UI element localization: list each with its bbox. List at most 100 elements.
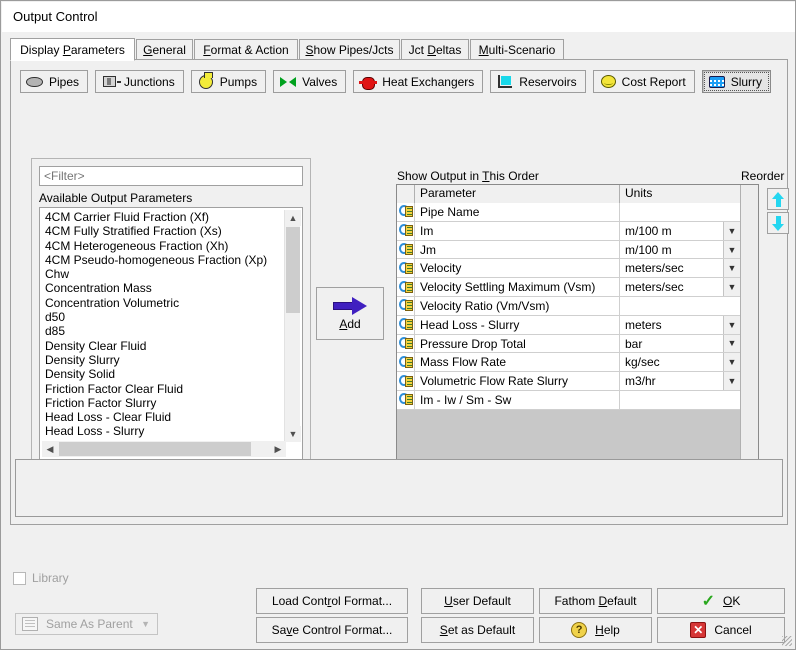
resize-grip[interactable]: [782, 636, 792, 646]
ok-button[interactable]: ✓ OK: [657, 588, 785, 614]
table-row[interactable]: Im - Iw / Sm - Sw: [397, 390, 740, 410]
output-parameters-grid[interactable]: Parameter Units Pipe Name Im m/100 m ▼ Jm m/10…: [396, 184, 759, 474]
category-button-heat-exchangers[interactable]: Heat Exchangers: [353, 70, 484, 93]
grid-vertical-scrollbar[interactable]: [740, 185, 758, 473]
table-row[interactable]: Volumetric Flow Rate Slurry m3/hr ▼: [397, 372, 740, 391]
library-checkbox[interactable]: [13, 571, 26, 585]
parameter-name-cell[interactable]: Head Loss - Slurry: [415, 315, 620, 334]
list-item[interactable]: 4CM Heterogeneous Fraction (Xh): [42, 239, 286, 253]
category-button-junctions[interactable]: Junctions: [95, 70, 184, 93]
scroll-down-icon[interactable]: ▼: [285, 426, 301, 442]
grid-column-header[interactable]: [397, 185, 415, 203]
row-selector-cell[interactable]: [397, 334, 415, 353]
units-dropdown-chevron-down-icon[interactable]: ▼: [723, 240, 740, 259]
units-dropdown-chevron-down-icon[interactable]: ▼: [723, 278, 740, 296]
tab-format-action[interactable]: Format & Action: [194, 39, 298, 60]
list-item[interactable]: Density Slurry: [42, 353, 286, 367]
horizontal-scroll-thumb[interactable]: [59, 442, 251, 456]
category-button-pumps[interactable]: Pumps: [190, 70, 267, 93]
table-row[interactable]: Jm m/100 m ▼: [397, 240, 740, 260]
table-row[interactable]: Pressure Drop Total bar ▼: [397, 334, 740, 354]
parameter-name-cell[interactable]: Velocity: [415, 259, 620, 278]
same-as-parent-dropdown[interactable]: Same As Parent ▼: [15, 613, 158, 635]
load-control-format-button[interactable]: Load Control Format...: [256, 588, 408, 614]
list-horizontal-scrollbar[interactable]: ◀ ▶: [42, 441, 286, 457]
table-row[interactable]: Velocity meters/sec ▼: [397, 259, 740, 279]
fathom-default-button[interactable]: Fathom Default: [539, 588, 652, 614]
row-selector-cell[interactable]: [397, 240, 415, 259]
row-selector-cell[interactable]: [397, 221, 415, 240]
category-button-cost-report[interactable]: Cost Report: [592, 70, 695, 93]
row-selector-cell[interactable]: [397, 315, 415, 334]
parameter-name-cell[interactable]: Im: [415, 221, 620, 240]
list-item[interactable]: Head Loss - Clear Fluid: [42, 410, 286, 424]
units-cell[interactable]: meters/sec ▼: [620, 278, 740, 296]
parameter-name-cell[interactable]: Mass Flow Rate: [415, 353, 620, 372]
units-cell[interactable]: m/100 m ▼: [620, 221, 740, 240]
category-button-pipes[interactable]: Pipes: [20, 70, 89, 93]
grid-column-header[interactable]: Units: [620, 185, 740, 203]
scroll-left-icon[interactable]: ◀: [42, 441, 58, 457]
list-item[interactable]: d85: [42, 324, 286, 338]
units-dropdown-chevron-down-icon[interactable]: ▼: [723, 353, 740, 372]
grid-column-header[interactable]: Parameter: [415, 185, 620, 203]
parameter-name-cell[interactable]: Pipe Name: [415, 203, 620, 221]
available-parameters-list[interactable]: 4CM Carrier Fluid Fraction (Xf) 4CM Fully…: [39, 207, 303, 460]
parameter-name-cell[interactable]: Im - Iw / Sm - Sw: [415, 390, 620, 409]
units-cell[interactable]: meters/sec ▼: [620, 259, 740, 278]
list-item[interactable]: Friction Factor Slurry: [42, 396, 286, 410]
parameter-name-cell[interactable]: Pressure Drop Total: [415, 334, 620, 353]
tab-general[interactable]: General: [136, 39, 193, 60]
row-selector-cell[interactable]: [397, 259, 415, 278]
units-dropdown-chevron-down-icon[interactable]: ▼: [723, 259, 740, 278]
units-cell[interactable]: [620, 391, 740, 409]
units-cell[interactable]: [620, 203, 740, 221]
table-row[interactable]: Velocity Ratio (Vm/Vsm): [397, 296, 740, 316]
units-cell[interactable]: meters ▼: [620, 315, 740, 334]
category-button-slurry[interactable]: Slurry: [701, 70, 772, 93]
row-selector-cell[interactable]: [397, 278, 415, 296]
list-item[interactable]: Concentration Mass: [42, 281, 286, 295]
parameter-name-cell[interactable]: Volumetric Flow Rate Slurry: [415, 372, 620, 390]
units-dropdown-chevron-down-icon[interactable]: ▼: [723, 372, 740, 390]
save-control-format-button[interactable]: Save Control Format...: [256, 617, 408, 643]
scroll-up-icon[interactable]: ▲: [285, 210, 301, 226]
units-dropdown-chevron-down-icon[interactable]: ▼: [723, 221, 740, 240]
user-default-button[interactable]: User Default: [421, 588, 534, 614]
move-down-button[interactable]: [767, 212, 789, 234]
tab-jct-deltas[interactable]: Jct Deltas: [401, 39, 469, 60]
list-vertical-scrollbar[interactable]: ▲ ▼: [284, 210, 301, 442]
table-row[interactable]: Velocity Settling Maximum (Vsm) meters/se…: [397, 278, 740, 297]
list-item[interactable]: d50: [42, 310, 286, 324]
move-up-button[interactable]: [767, 188, 789, 210]
category-button-reservoirs[interactable]: Reservoirs: [490, 70, 586, 93]
list-item[interactable]: Head Loss - Slurry: [42, 424, 286, 438]
scroll-right-icon[interactable]: ▶: [270, 441, 286, 457]
parameter-name-cell[interactable]: Velocity Settling Maximum (Vsm): [415, 278, 620, 296]
list-item[interactable]: 4CM Carrier Fluid Fraction (Xf): [42, 210, 286, 224]
tab-multi-scenario[interactable]: Multi-Scenario: [470, 39, 564, 60]
table-row[interactable]: Im m/100 m ▼: [397, 221, 740, 241]
help-button[interactable]: ? Help: [539, 617, 652, 643]
units-cell[interactable]: [620, 297, 740, 315]
filter-input[interactable]: [39, 166, 303, 186]
units-cell[interactable]: bar ▼: [620, 334, 740, 353]
tab-display-parameters[interactable]: Display Parameters: [10, 38, 135, 61]
units-dropdown-chevron-down-icon[interactable]: ▼: [723, 334, 740, 353]
list-item[interactable]: Chw: [42, 267, 286, 281]
table-row[interactable]: Mass Flow Rate kg/sec ▼: [397, 353, 740, 373]
table-row[interactable]: Pipe Name: [397, 203, 740, 222]
category-button-valves[interactable]: Valves: [273, 70, 347, 93]
list-item[interactable]: Friction Factor Clear Fluid: [42, 382, 286, 396]
vertical-scroll-thumb[interactable]: [286, 227, 300, 313]
list-item[interactable]: 4CM Fully Stratified Fraction (Xs): [42, 224, 286, 238]
units-dropdown-chevron-down-icon[interactable]: ▼: [723, 315, 740, 334]
set-as-default-button[interactable]: Set as Default: [421, 617, 534, 643]
parameter-name-cell[interactable]: Jm: [415, 240, 620, 259]
row-selector-cell[interactable]: [397, 372, 415, 390]
row-selector-cell[interactable]: [397, 296, 415, 315]
list-item[interactable]: Concentration Volumetric: [42, 296, 286, 310]
row-selector-cell[interactable]: [397, 203, 415, 221]
cancel-button[interactable]: ✕ Cancel: [657, 617, 785, 643]
add-button[interactable]: Add: [316, 287, 384, 340]
